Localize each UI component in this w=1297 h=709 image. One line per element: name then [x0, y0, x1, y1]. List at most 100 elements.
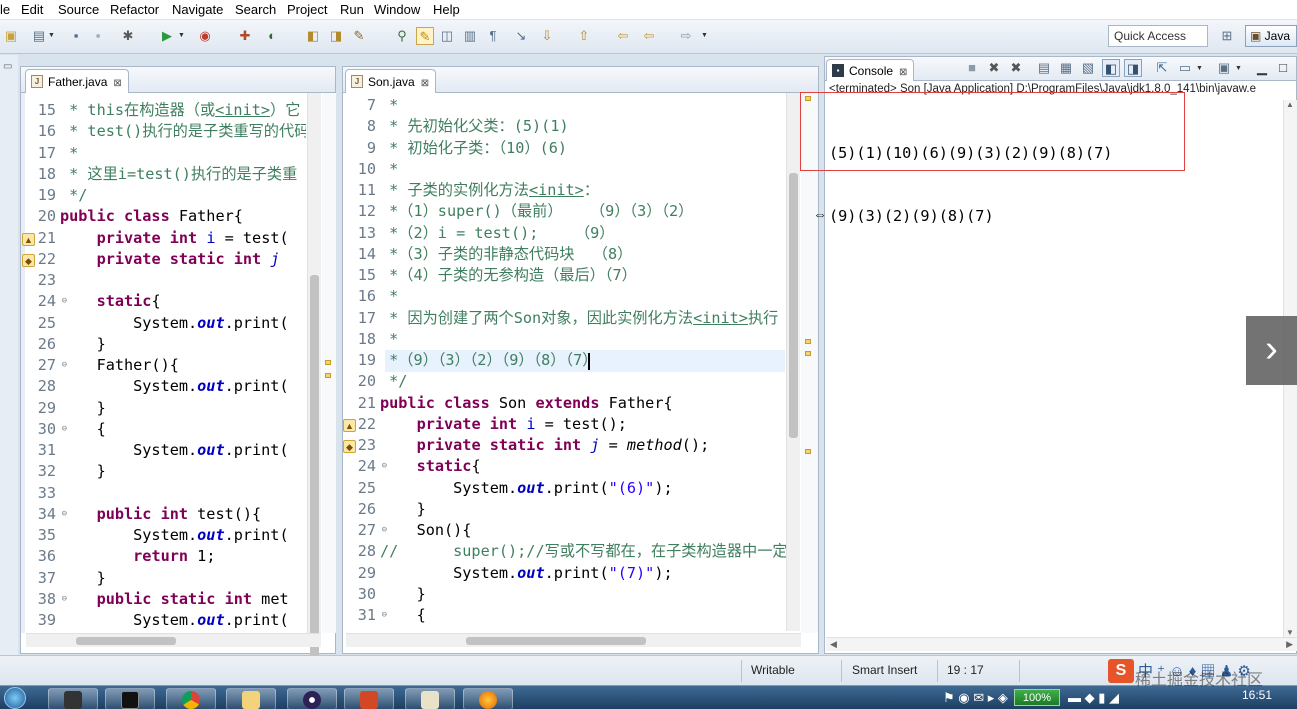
previous-annotation-icon[interactable]: ⇧ [575, 27, 593, 45]
code-line[interactable]: 31 ⊖ { [344, 605, 786, 626]
menu-run[interactable]: Run [340, 2, 364, 17]
code-line[interactable]: 23 [26, 270, 306, 291]
code-line[interactable]: 25 System.out.print( [26, 313, 306, 334]
fold-toggle-icon[interactable]: ⊖ [62, 504, 67, 525]
scroll-up-icon[interactable]: ▲ [1286, 100, 1294, 109]
code-line[interactable]: 29 } [26, 398, 306, 419]
terminate-icon[interactable]: ■ [963, 59, 981, 77]
toggle-breadcrumb-icon[interactable]: ↘ [512, 27, 530, 45]
menu-navigate[interactable]: Navigate [172, 2, 223, 17]
code-line[interactable]: 15 *（4）子类的无参构造（最后）（7） [344, 265, 786, 286]
tab-console[interactable]: ▪ Console ⊠ [826, 59, 915, 81]
minimize-icon[interactable]: ▁ [1253, 59, 1271, 77]
scroll-right-icon[interactable]: ▶ [1286, 639, 1293, 650]
run-icon[interactable]: ▶ [158, 27, 176, 45]
code-line[interactable]: 17 * [26, 143, 306, 164]
code-line[interactable]: 24 ⊖ static{ [344, 456, 786, 477]
overview-marker[interactable] [325, 360, 331, 365]
fold-toggle-icon[interactable]: ⊖ [62, 291, 67, 312]
father-vertical-scrollbar[interactable] [307, 93, 321, 675]
run-dropdown-icon[interactable]: ▼ [178, 32, 185, 39]
taskbar-firefox[interactable] [463, 688, 513, 709]
fold-toggle-icon[interactable]: ⊖ [382, 605, 387, 626]
network-volume-icons[interactable]: ▬ ◆ ▮ ◢ [1068, 690, 1119, 706]
son-vertical-scrollbar[interactable] [786, 93, 800, 631]
start-button[interactable] [4, 687, 26, 709]
open-type-icon[interactable]: ◧ [304, 27, 322, 45]
taskbar-eclipse[interactable] [287, 688, 337, 709]
open-console-dropdown-icon[interactable]: ▼ [1235, 65, 1242, 72]
menu-window[interactable]: Window [374, 2, 420, 17]
overview-marker[interactable] [805, 339, 811, 344]
menu-file[interactable]: le [0, 2, 10, 17]
code-line[interactable]: 10 * [344, 159, 786, 180]
code-line[interactable]: 19 */ [26, 185, 306, 206]
code-line[interactable]: 28// super();//写或不写都在，在子类构造器中一定 [344, 541, 786, 562]
quick-access-input[interactable]: Quick Access [1108, 25, 1208, 47]
father-hscroll-thumb[interactable] [76, 637, 176, 645]
code-line[interactable]: 27 ⊖ Father(){ [26, 355, 306, 376]
dropdown-arrow-icon[interactable]: ▼ [48, 32, 55, 39]
ime-logo-icon[interactable]: S [1108, 659, 1134, 683]
code-line[interactable]: 19 *（9）（3）（2）（9）（8）（7） [344, 350, 786, 371]
code-line[interactable]: 14 *（3）子类的非静态代码块 （8） [344, 244, 786, 265]
override-marker-icon[interactable]: ▲ [22, 233, 35, 246]
console-horizontal-scrollbar[interactable]: ◀ ▶ [826, 637, 1297, 651]
show-on-output-icon[interactable]: ◧ [1102, 59, 1120, 77]
code-line[interactable]: 35 System.out.print( [26, 525, 306, 546]
code-line[interactable]: 18 * [344, 329, 786, 350]
son-code-area[interactable]: 7 * 8 * 先初始化父类：(5)(1) 9 * 初始化子类：（10）(6) 10 … [344, 95, 786, 633]
maximize-icon[interactable]: □ [1274, 59, 1292, 77]
son-scroll-thumb[interactable] [789, 173, 798, 438]
fold-toggle-icon[interactable]: ⊖ [382, 520, 387, 541]
code-line[interactable]: 34 ⊖ public int test(){ [26, 504, 306, 525]
code-line[interactable]: 20 */ [344, 371, 786, 392]
scroll-lock-icon[interactable]: ▦ [1057, 59, 1075, 77]
taskbar-powerpoint[interactable] [344, 688, 394, 709]
code-line[interactable]: 30 ⊖ { [26, 419, 306, 440]
paragraph-icon[interactable]: ¶ [484, 27, 502, 45]
taskbar-media-app[interactable] [48, 688, 98, 709]
overview-marker[interactable] [805, 351, 811, 356]
code-line[interactable]: 32 } [26, 461, 306, 482]
save-icon[interactable]: ▪ [67, 27, 85, 45]
code-line[interactable]: 25 System.out.print("(6)"); [344, 478, 786, 499]
warning-marker-icon[interactable]: ◆ [343, 440, 356, 453]
code-line[interactable]: 18 * 这里i=test()执行的是子类重 [26, 164, 306, 185]
search-tool-icon[interactable]: ✎ [350, 27, 368, 45]
open-task-icon[interactable]: ◨ [327, 27, 345, 45]
code-line[interactable]: 37 } [26, 568, 306, 589]
fold-toggle-icon[interactable]: ⊖ [382, 456, 387, 477]
father-scroll-thumb[interactable] [310, 275, 319, 675]
code-line[interactable]: 24 ⊖ static{ [26, 291, 306, 312]
son-hscroll-thumb[interactable] [466, 637, 646, 645]
block-selection-icon[interactable]: ◫ [438, 27, 456, 45]
code-line[interactable]: 29 System.out.print("(7)"); [344, 563, 786, 584]
menu-edit[interactable]: Edit [21, 2, 43, 17]
fold-toggle-icon[interactable]: ⊖ [62, 419, 67, 440]
code-line[interactable]: 36 return 1; [26, 546, 306, 567]
code-line[interactable]: 17 * 因为创建了两个Son对象，因此实例化方法<init>执行 [344, 308, 786, 329]
forward-icon[interactable]: ⇨ [677, 27, 695, 45]
taskbar-explorer[interactable] [226, 688, 276, 709]
code-line[interactable]: 20 public class Father{ [26, 206, 306, 227]
code-line[interactable]: 12 *（1）super()（最前） （9）（3）（2） [344, 201, 786, 222]
show-on-error-icon[interactable]: ◨ [1124, 59, 1142, 77]
taskbar-chrome[interactable] [166, 688, 216, 709]
code-line[interactable]: 16 * test()执行的是子类重写的代码 [26, 121, 306, 142]
code-line[interactable]: 38 ⊖ public static int met [26, 589, 306, 610]
java-perspective-button[interactable]: ▣ Java [1245, 25, 1297, 47]
tab-father-java[interactable]: J Father.java ⊠ [25, 69, 129, 93]
restore-icon[interactable]: ▭ [3, 61, 12, 72]
pin-icon[interactable]: ⚲ [393, 27, 411, 45]
debug-icon[interactable]: ◉ [196, 27, 214, 45]
last-edit-icon[interactable]: ⇦ [614, 27, 632, 45]
code-line[interactable]: 27 ⊖ Son(){ [344, 520, 786, 541]
fold-toggle-icon[interactable]: ⊖ [62, 589, 67, 610]
code-line[interactable]: 16 * [344, 286, 786, 307]
menu-search[interactable]: Search [235, 2, 276, 17]
menu-refactor[interactable]: Refactor [110, 2, 159, 17]
code-line[interactable]: 9 * 初始化子类：（10）(6) [344, 138, 786, 159]
open-console-icon[interactable]: ▣ [1215, 59, 1233, 77]
code-line[interactable]: 22 private int i = test(); [344, 414, 786, 435]
